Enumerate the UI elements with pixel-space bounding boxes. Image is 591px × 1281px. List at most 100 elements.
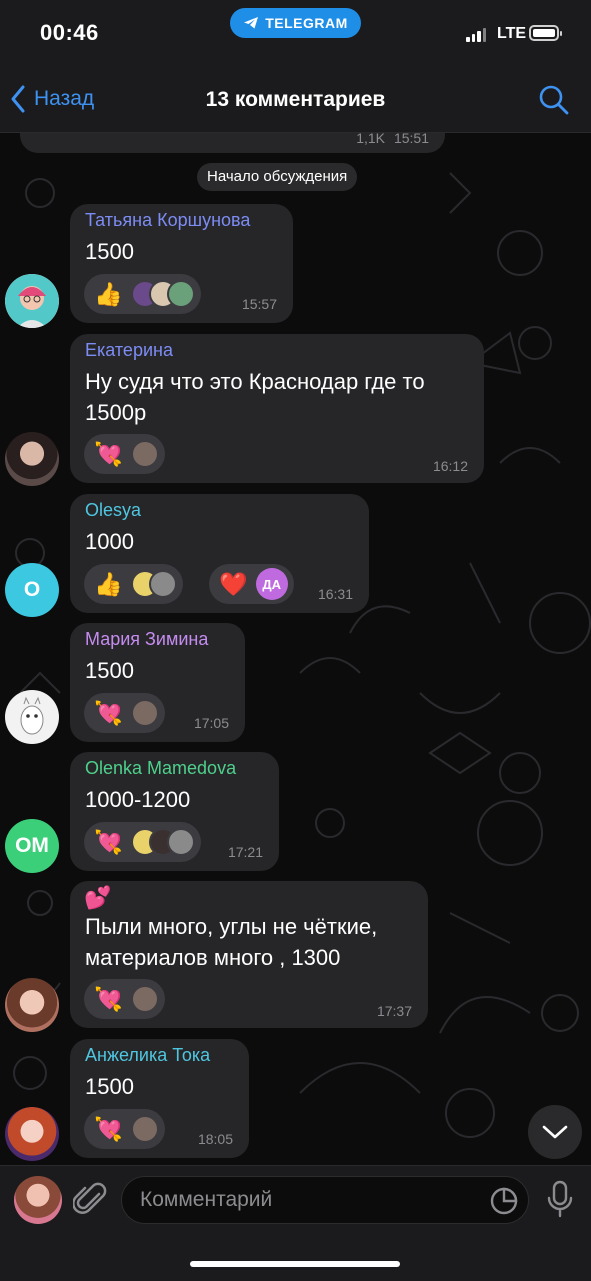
reactor-avatars — [130, 440, 159, 468]
reaction-chip[interactable]: ❤️ ДА — [209, 564, 294, 604]
comment-author[interactable]: Olenka Mamedova — [85, 758, 236, 779]
reactor-avatar — [130, 985, 159, 1013]
scroll-to-bottom-button[interactable] — [528, 1105, 582, 1159]
reactor-avatars — [130, 828, 195, 856]
views-count: 1,1K — [356, 133, 385, 146]
paperclip-icon — [72, 1182, 107, 1214]
telegram-return-pill[interactable]: TELEGRAM — [230, 8, 361, 38]
reactor-avatar — [130, 440, 159, 468]
avatar[interactable] — [5, 690, 59, 744]
sticker-icon — [490, 1187, 518, 1215]
reactor-avatar — [148, 570, 177, 598]
comment-text-line: материалов много , 1300 — [85, 945, 341, 970]
telegram-plane-icon — [244, 17, 259, 29]
avatar[interactable] — [5, 978, 59, 1032]
previous-message-bottom: 1,1K 15:51 — [20, 133, 445, 153]
reactor-avatar — [130, 1115, 159, 1143]
avatar[interactable] — [14, 1176, 62, 1224]
comment-author[interactable]: Татьяна Коршунова — [85, 210, 250, 231]
comment-bubble[interactable]: Olesya 1000 👍 ❤️ ДА 16:31 — [70, 494, 369, 613]
comments-list[interactable]: 1,1K 15:51 Начало обсуждения Татьяна Кор… — [0, 133, 591, 1165]
comment-time: 17:37 — [376, 1003, 412, 1019]
comment-bubble[interactable]: 💕 Пыли много, углы не чёткие, материалов… — [70, 881, 428, 1028]
comment-text-line: Ну судя что это Краснодар где то — [85, 369, 425, 394]
comment-text: 1000 — [85, 529, 134, 554]
heart-with-arrow-icon: 💘 — [94, 828, 123, 855]
avatar[interactable]: O — [5, 563, 59, 617]
signal-icon — [466, 28, 486, 42]
status-time: 00:46 — [40, 20, 99, 45]
reaction-chip[interactable]: 💘 — [84, 1109, 165, 1149]
llama-avatar-illustration — [20, 696, 44, 735]
comment-bubble[interactable]: Анжелика Тока 1500 💘 18:05 — [70, 1039, 249, 1158]
reaction-chip[interactable]: 💘 — [84, 822, 201, 862]
comment-time: 15:57 — [241, 296, 277, 312]
thumbs-up-icon: 👍 — [94, 280, 123, 307]
voice-message-button[interactable] — [546, 1180, 574, 1223]
attach-button[interactable] — [72, 1180, 109, 1223]
reactor-avatars — [130, 1115, 159, 1143]
comment-text-line: 1500р — [85, 400, 147, 425]
reactor-avatars — [130, 280, 195, 308]
comment-author[interactable]: Мария Зимина — [85, 629, 208, 650]
reaction-chip[interactable]: 👍 — [84, 274, 201, 314]
comment-author[interactable]: Olesya — [85, 500, 141, 521]
avatar-initials: O — [23, 578, 41, 601]
sticker-button[interactable] — [489, 1186, 519, 1221]
avatar[interactable] — [5, 1107, 59, 1161]
navigation-bar: Назад 13 комментариев — [0, 70, 591, 133]
reactor-avatars — [130, 985, 159, 1013]
comment-text: 1500 — [85, 239, 134, 264]
comment-text: 1500 — [85, 658, 134, 683]
heart-with-arrow-icon: 💘 — [94, 440, 123, 467]
page-title: 13 комментариев — [205, 88, 386, 111]
search-icon — [539, 85, 569, 115]
reactor-avatar — [166, 280, 195, 308]
avatar[interactable]: OM — [5, 819, 59, 873]
comment-time: 16:31 — [317, 586, 353, 602]
comment-time: 17:05 — [193, 715, 229, 731]
reaction-chip[interactable]: 💘 — [84, 979, 165, 1019]
comment-text-line: Пыли много, углы не чёткие, — [85, 914, 378, 939]
comment-composer — [0, 1165, 591, 1281]
comment-text: 1000-1200 — [85, 787, 191, 812]
previous-message-time: 15:51 — [393, 133, 429, 146]
microphone-icon — [547, 1180, 573, 1218]
thumbs-up-icon: 👍 — [94, 570, 123, 597]
comment-bubble[interactable]: Мария Зимина 1500 💘 17:05 — [70, 623, 245, 742]
reactor-avatars — [130, 699, 159, 727]
chevron-down-icon — [542, 1125, 568, 1139]
reactor-avatar: ДА — [255, 568, 288, 600]
heart-with-arrow-icon: 💘 — [94, 985, 123, 1012]
discussion-start-divider: Начало обсуждения — [197, 163, 358, 191]
sparkling-hearts-icon: 💕 — [84, 885, 112, 910]
heart-with-arrow-icon: 💘 — [94, 1115, 123, 1142]
network-label: LTE — [497, 25, 527, 42]
search-button[interactable] — [538, 84, 570, 121]
comment-author[interactable]: Екатерина — [85, 340, 173, 361]
reaction-chip[interactable]: 💘 — [84, 434, 165, 474]
reactor-avatars — [130, 570, 177, 598]
comment-bubble[interactable]: Екатерина Ну судя что это Краснодар где … — [70, 334, 484, 483]
reaction-chip[interactable]: 👍 — [84, 564, 183, 604]
comment-bubble[interactable]: Татьяна Коршунова 1500 👍 15:57 — [70, 204, 293, 323]
comment-time: 16:12 — [432, 458, 468, 474]
home-indicator — [190, 1261, 400, 1267]
comment-text: 1500 — [85, 1074, 134, 1099]
comment-input[interactable] — [121, 1176, 529, 1224]
heart-with-arrow-icon: 💘 — [94, 699, 123, 726]
comment-bubble[interactable]: Olenka Mamedova 1000-1200 💘 17:21 — [70, 752, 279, 871]
avatar[interactable] — [5, 432, 59, 486]
telegram-pill-label: TELEGRAM — [265, 15, 348, 31]
comment-time: 18:05 — [197, 1131, 233, 1147]
red-heart-icon: ❤️ — [219, 570, 248, 597]
user-avatar-illustration — [5, 274, 59, 328]
reactor-avatar — [166, 828, 195, 856]
comment-time: 17:21 — [227, 844, 263, 860]
battery-icon — [529, 25, 562, 41]
comment-author[interactable]: Анжелика Тока — [85, 1045, 210, 1066]
reaction-chip[interactable]: 💘 — [84, 693, 165, 733]
avatar[interactable] — [5, 274, 59, 328]
avatar-initials: OM — [15, 834, 49, 857]
reactor-avatar — [130, 699, 159, 727]
